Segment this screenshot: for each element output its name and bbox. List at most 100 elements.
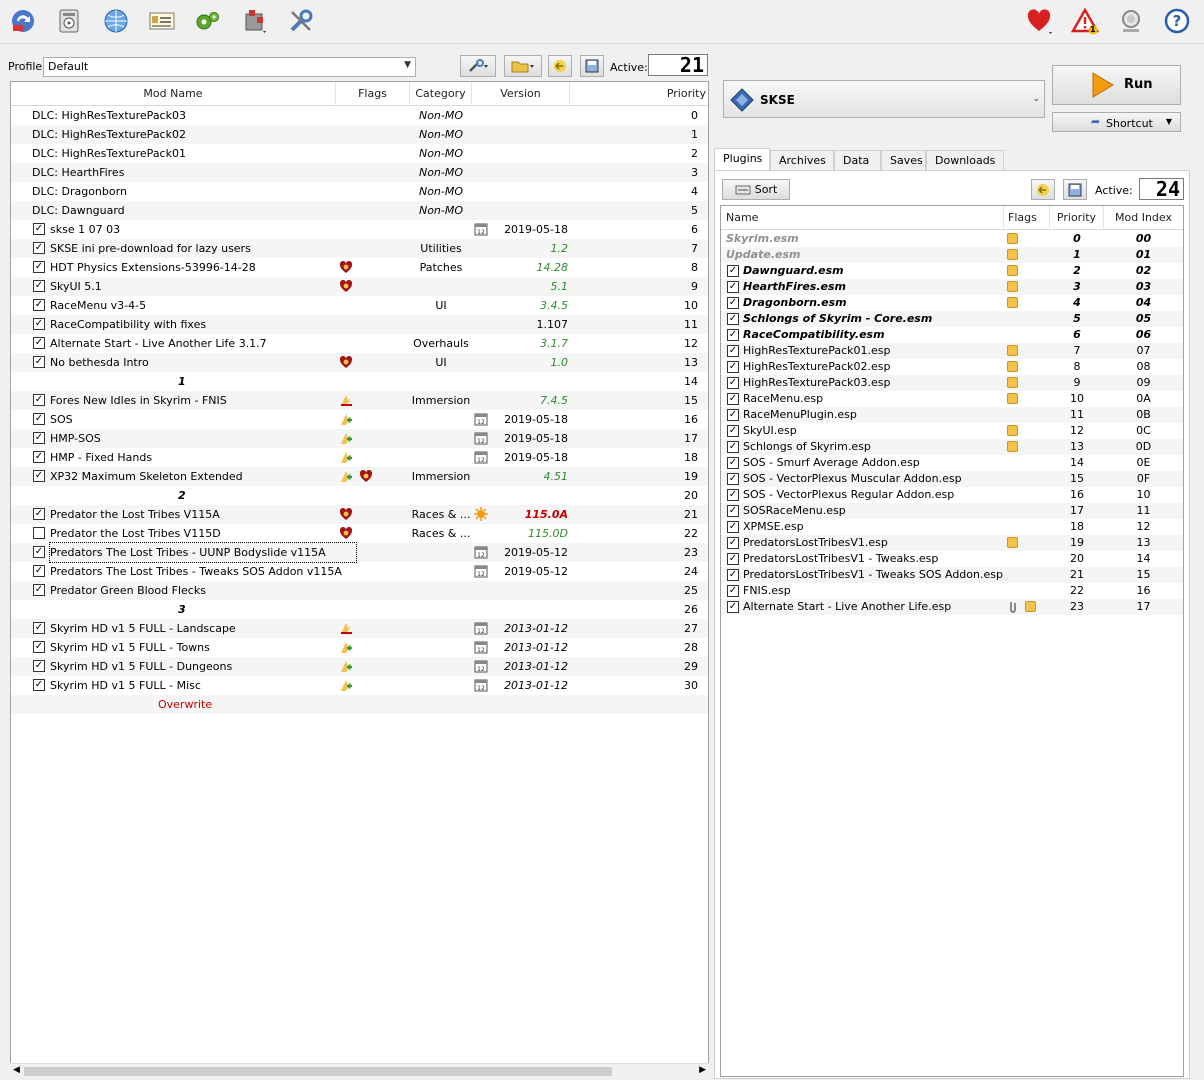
- mod-row[interactable]: Predator the Lost Tribes V115A Races & ..…: [11, 505, 708, 524]
- mod-enabled-checkbox[interactable]: [33, 223, 45, 235]
- plugin-enabled-checkbox[interactable]: [727, 569, 739, 581]
- column-plugin-flags[interactable]: Flags: [1004, 206, 1050, 230]
- mod-enabled-checkbox[interactable]: [33, 508, 45, 520]
- mod-row[interactable]: Skyrim HD v1 5 FULL - Landscape 12 2013-01…: [11, 619, 708, 638]
- create-plugins-backup-button[interactable]: [1063, 179, 1087, 200]
- plugin-row[interactable]: HighResTexturePack02.esp 8 08: [721, 359, 1183, 375]
- plugin-row[interactable]: SkyUI.esp 12 0C: [721, 423, 1183, 439]
- plugin-enabled-checkbox[interactable]: [727, 553, 739, 565]
- scroll-right-icon[interactable]: ▶: [699, 1065, 706, 1075]
- restore-plugins-backup-button[interactable]: [1031, 179, 1055, 200]
- mod-row[interactable]: Alternate Start - Live Another Life 3.1.…: [11, 334, 708, 353]
- plugin-row[interactable]: Schlongs of Skyrim.esp 13 0D: [721, 439, 1183, 455]
- plugin-enabled-checkbox[interactable]: [727, 537, 739, 549]
- mod-enabled-checkbox[interactable]: [33, 337, 45, 349]
- shortcut-button[interactable]: ➦ Shortcut ▼: [1052, 112, 1181, 132]
- mod-row[interactable]: Skyrim HD v1 5 FULL - Dungeons 12 2013-01-…: [11, 657, 708, 676]
- column-plugin-name[interactable]: Name: [721, 206, 1004, 230]
- plugin-row[interactable]: HighResTexturePack03.esp 9 09: [721, 375, 1183, 391]
- plugin-enabled-checkbox[interactable]: [727, 457, 739, 469]
- mod-row[interactable]: DLC: Dragonborn Non-MO 4: [11, 182, 708, 201]
- mod-row[interactable]: SOS 12 2019-05-18 16: [11, 410, 708, 429]
- endorse-heart-icon[interactable]: [1022, 4, 1056, 38]
- mod-row[interactable]: Skyrim HD v1 5 FULL - Towns 12 2013-01-12 2…: [11, 638, 708, 657]
- plugin-enabled-checkbox[interactable]: [727, 329, 739, 341]
- mod-row[interactable]: SkyUI 5.1 5.1 9: [11, 277, 708, 296]
- mod-row[interactable]: Predator Green Blood Flecks 25: [11, 581, 708, 600]
- plugin-row[interactable]: HearthFires.esm 3 03: [721, 279, 1183, 295]
- mod-row[interactable]: Predators The Lost Tribes - Tweaks SOS A…: [11, 562, 708, 581]
- column-category[interactable]: Category: [410, 82, 472, 106]
- separator-row[interactable]: 1 14: [11, 372, 708, 391]
- plugin-enabled-checkbox[interactable]: [727, 425, 739, 437]
- column-plugin-priority[interactable]: Priority: [1050, 206, 1104, 230]
- tab-downloads[interactable]: Downloads: [926, 150, 1004, 170]
- plugin-row[interactable]: SOS - VectorPlexus Regular Addon.esp 16 10: [721, 487, 1183, 503]
- mod-row[interactable]: DLC: HighResTexturePack01 Non-MO 2: [11, 144, 708, 163]
- wrench-icon[interactable]: [284, 4, 318, 38]
- mod-row[interactable]: DLC: HearthFires Non-MO 3: [11, 163, 708, 182]
- sort-button[interactable]: Sort: [722, 179, 790, 200]
- plugin-enabled-checkbox[interactable]: [727, 345, 739, 357]
- help-icon[interactable]: ?: [1160, 4, 1194, 38]
- plugin-row[interactable]: Dawnguard.esm 2 02: [721, 263, 1183, 279]
- plugin-row[interactable]: RaceCompatibility.esm 6 06: [721, 327, 1183, 343]
- separator-row[interactable]: 3 26: [11, 600, 708, 619]
- plugin-row[interactable]: PredatorsLostTribesV1 - Tweaks SOS Addon…: [721, 567, 1183, 583]
- update-icon[interactable]: [1114, 4, 1148, 38]
- plugin-row[interactable]: PredatorsLostTribesV1.esp 19 13: [721, 535, 1183, 551]
- mod-enabled-checkbox[interactable]: [33, 299, 45, 311]
- mod-row[interactable]: XP32 Maximum Skeleton Extended Immersion 4…: [11, 467, 708, 486]
- mod-enabled-checkbox[interactable]: [33, 394, 45, 406]
- tab-saves[interactable]: Saves: [881, 150, 926, 170]
- mod-row[interactable]: No bethesda Intro UI 1.0 13: [11, 353, 708, 372]
- plugin-row[interactable]: HighResTexturePack01.esp 7 07: [721, 343, 1183, 359]
- mod-enabled-checkbox[interactable]: [33, 451, 45, 463]
- mod-enabled-checkbox[interactable]: [33, 584, 45, 596]
- plugin-enabled-checkbox[interactable]: [727, 505, 739, 517]
- mod-enabled-checkbox[interactable]: [33, 432, 45, 444]
- plugin-row[interactable]: PredatorsLostTribesV1 - Tweaks.esp 20 14: [721, 551, 1183, 567]
- mod-enabled-checkbox[interactable]: [33, 679, 45, 691]
- plugin-row[interactable]: SOS - VectorPlexus Muscular Addon.esp 15 0…: [721, 471, 1183, 487]
- plugin-enabled-checkbox[interactable]: [727, 441, 739, 453]
- mod-row[interactable]: RaceMenu v3-4-5 UI 3.4.5 10: [11, 296, 708, 315]
- plugin-enabled-checkbox[interactable]: [727, 601, 739, 613]
- tools-puzzle-icon[interactable]: [238, 4, 272, 38]
- mod-enabled-checkbox[interactable]: [33, 622, 45, 634]
- plugin-enabled-checkbox[interactable]: [727, 521, 739, 533]
- mod-enabled-checkbox[interactable]: [33, 413, 45, 425]
- tab-data[interactable]: Data: [834, 150, 881, 170]
- plugin-enabled-checkbox[interactable]: [727, 297, 739, 309]
- create-backup-button[interactable]: [580, 55, 604, 77]
- open-folder-button[interactable]: [504, 55, 542, 77]
- plugin-enabled-checkbox[interactable]: [727, 489, 739, 501]
- archive-icon[interactable]: [52, 4, 86, 38]
- plugin-row[interactable]: RaceMenuPlugin.esp 11 0B: [721, 407, 1183, 423]
- plugin-row[interactable]: Alternate Start - Live Another Life.esp 2…: [721, 599, 1183, 615]
- column-flags[interactable]: Flags: [336, 82, 410, 106]
- plugin-enabled-checkbox[interactable]: [727, 313, 739, 325]
- executable-select[interactable]: SKSE ⌄: [723, 80, 1045, 118]
- plugin-enabled-checkbox[interactable]: [727, 377, 739, 389]
- plugin-row[interactable]: FNIS.esp 22 16: [721, 583, 1183, 599]
- plugin-enabled-checkbox[interactable]: [727, 281, 739, 293]
- scrollbar-thumb[interactable]: [24, 1067, 612, 1076]
- mod-row[interactable]: HMP-SOS 12 2019-05-18 17: [11, 429, 708, 448]
- restore-backup-button[interactable]: [548, 55, 572, 77]
- mod-enabled-checkbox[interactable]: [33, 356, 45, 368]
- mod-enabled-checkbox[interactable]: [33, 470, 45, 482]
- separator-row[interactable]: 2 20: [11, 486, 708, 505]
- overwrite-row[interactable]: Overwrite: [11, 695, 708, 714]
- mod-enabled-checkbox[interactable]: [33, 641, 45, 653]
- warning-icon[interactable]: 1: [1068, 4, 1102, 38]
- mod-row[interactable]: SKSE ini pre-download for lazy users Util…: [11, 239, 708, 258]
- mod-list-horizontal-scrollbar[interactable]: ◀ ▶: [10, 1063, 709, 1078]
- plugin-row[interactable]: Schlongs of Skyrim - Core.esm 5 05: [721, 311, 1183, 327]
- browser-icon[interactable]: [99, 4, 133, 38]
- column-priority[interactable]: Priority: [570, 82, 708, 106]
- mod-enabled-checkbox[interactable]: [33, 242, 45, 254]
- executables-icon[interactable]: [145, 4, 179, 38]
- run-button[interactable]: Run: [1052, 65, 1181, 105]
- mod-row[interactable]: Predators The Lost Tribes - UUNP Bodysli…: [11, 542, 708, 563]
